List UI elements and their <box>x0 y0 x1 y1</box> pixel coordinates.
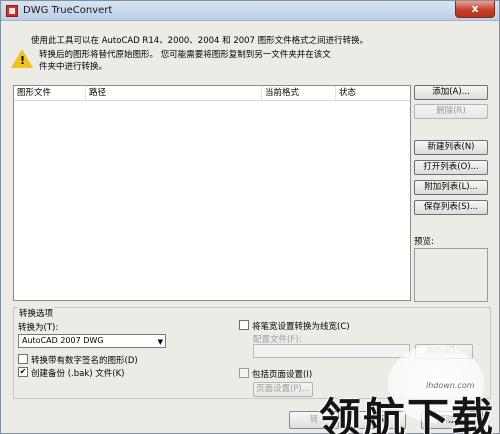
add-button[interactable]: 添加(A)... <box>414 85 488 100</box>
close-button[interactable]: x <box>455 1 495 18</box>
conversion-options-title: 转换选项 <box>18 307 55 319</box>
dwg-trueconvert-window: DWG TrueConvert x 使用此工具可以在 AutoCAD R14、2… <box>0 0 500 434</box>
warning-text-line-1: 转换后的图形将替代原始图形。 您可能需要将图形复制到另一文件夹并在该文 <box>39 50 331 60</box>
new-list-button[interactable]: 新建列表(N) <box>414 140 488 155</box>
column-header-current-format[interactable]: 当前格式 <box>262 86 336 100</box>
page-setup-checkbox[interactable] <box>239 368 249 378</box>
warning-text: 转换后的图形将替代原始图形。 您可能需要将图形复制到另一文件夹并在该文 件夹中进… <box>39 49 379 73</box>
backup-checkbox[interactable]: ✔ <box>18 367 28 377</box>
drawing-file-list[interactable]: 图形文件 路径 当前格式 状态 <box>13 85 411 301</box>
column-header-path[interactable]: 路径 <box>86 86 262 100</box>
backup-label[interactable]: 创建备份 (.bak) 文件(K) <box>31 367 124 379</box>
convert-to-value: AutoCAD 2007 DWG <box>22 336 104 345</box>
page-setup-button[interactable]: 页面设置(P)... <box>253 382 313 397</box>
append-list-button[interactable]: 附加列表(L)... <box>414 180 488 195</box>
column-header-drawing-file[interactable]: 图形文件 <box>14 86 86 100</box>
info-text: 使用此工具可以在 AutoCAD R14、2000、2004 和 2007 图形… <box>31 36 369 46</box>
lineweight-checkbox[interactable] <box>239 320 249 330</box>
convert-to-select[interactable]: AutoCAD 2007 DWG ▼ <box>18 334 166 348</box>
warning-text-line-2: 件夹中进行转换。 <box>39 62 108 72</box>
column-header-status[interactable]: 状态 <box>336 86 410 100</box>
watermark-text: 领航下载 <box>319 394 496 434</box>
list-header: 图形文件 路径 当前格式 状态 <box>14 86 410 101</box>
app-icon <box>6 5 18 17</box>
remove-button[interactable]: 删除(R) <box>414 104 488 119</box>
window-title: DWG TrueConvert <box>23 5 113 16</box>
digital-signature-label[interactable]: 转换带有数字签名的图形(D) <box>31 354 138 366</box>
digital-signature-checkbox[interactable] <box>18 354 28 364</box>
save-list-button[interactable]: 保存列表(S)... <box>414 200 488 215</box>
preview-box <box>414 248 488 302</box>
page-setup-label[interactable]: 包括页面设置(I) <box>252 368 312 380</box>
chevron-down-icon: ▼ <box>157 338 163 346</box>
open-list-button[interactable]: 打开列表(O)... <box>414 160 488 175</box>
convert-to-label: 转换为(T): <box>18 323 59 333</box>
lineweight-label[interactable]: 将笔宽设置转换为线宽(C) <box>252 320 350 332</box>
title-bar[interactable]: DWG TrueConvert x <box>1 1 499 21</box>
config-file-field[interactable] <box>253 344 410 358</box>
warning-mark: ! <box>20 54 26 67</box>
preview-label: 预览: <box>414 237 434 247</box>
